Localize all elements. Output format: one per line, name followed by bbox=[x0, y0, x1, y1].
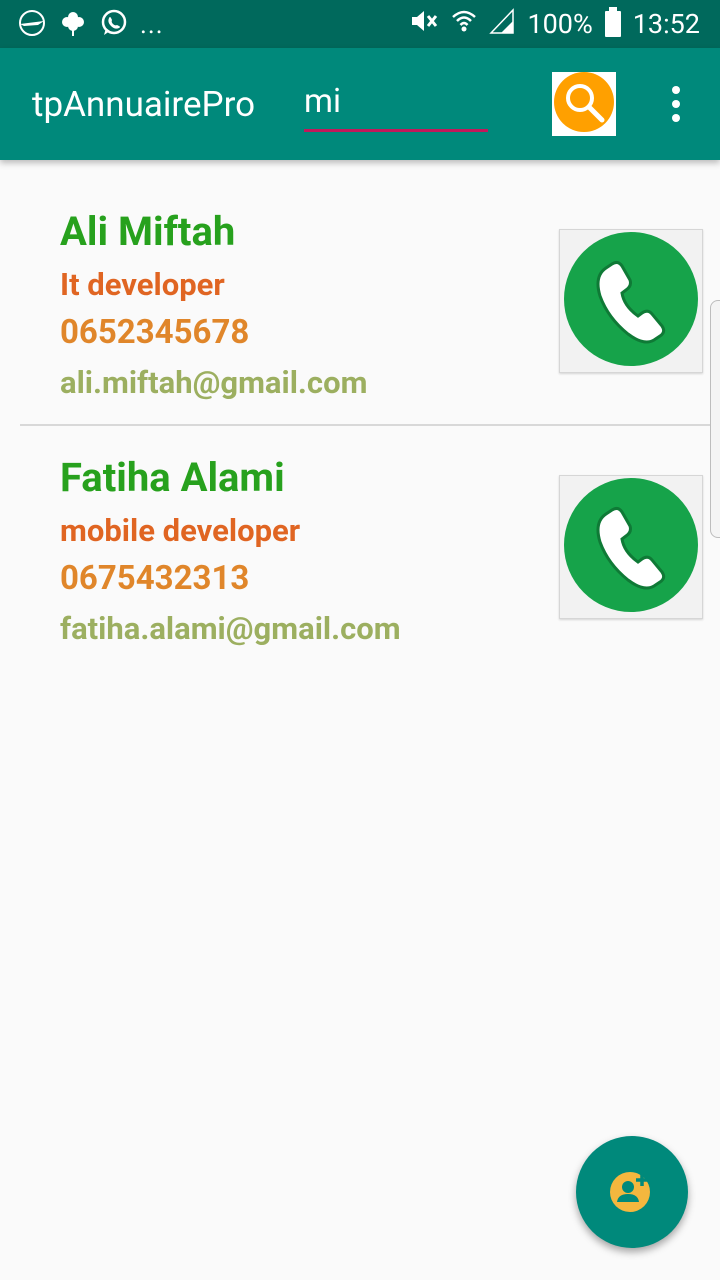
status-bar-right: 100% 13:52 bbox=[409, 6, 700, 42]
more-vert-icon bbox=[658, 86, 694, 128]
contact-job: mobile developer bbox=[60, 512, 301, 549]
status-bar-left: ... bbox=[18, 9, 164, 41]
call-button[interactable] bbox=[559, 229, 703, 373]
status-bar: ... 100% 13:52 bbox=[0, 0, 720, 48]
contact-email: ali.miftah@gmail.com bbox=[60, 364, 368, 401]
contact-job: It developer bbox=[60, 266, 225, 303]
contact-name: Ali Miftah bbox=[60, 208, 236, 255]
search-input-value: mi bbox=[304, 82, 341, 121]
contact-list-item[interactable]: Fatiha Alami mobile developer 0675432313… bbox=[20, 428, 720, 674]
wifi-icon bbox=[451, 7, 477, 42]
phone-call-icon bbox=[562, 230, 700, 372]
add-contact-button[interactable] bbox=[576, 1136, 688, 1248]
whatsapp-icon bbox=[100, 9, 128, 41]
contact-email: fatiha.alami@gmail.com bbox=[60, 610, 401, 647]
search-icon bbox=[552, 70, 616, 138]
mute-icon bbox=[409, 7, 439, 42]
app-title: tpAnnuairePro bbox=[32, 84, 256, 125]
app-notification-icon bbox=[18, 9, 46, 41]
list-divider bbox=[20, 424, 720, 426]
app-bar: tpAnnuairePro mi bbox=[0, 48, 720, 160]
contact-name: Fatiha Alami bbox=[60, 454, 285, 501]
flower-notification-icon bbox=[60, 9, 86, 41]
contact-list-item[interactable]: Ali Miftah It developer 0652345678 ali.m… bbox=[20, 160, 720, 424]
contact-phone: 0675432313 bbox=[60, 559, 250, 598]
scrollbar-thumb[interactable] bbox=[710, 300, 720, 538]
clock: 13:52 bbox=[632, 8, 700, 40]
overflow-menu-button[interactable] bbox=[658, 84, 694, 124]
add-person-icon bbox=[608, 1166, 656, 1218]
more-notifications: ... bbox=[140, 10, 164, 40]
search-input[interactable]: mi bbox=[304, 80, 488, 132]
battery-icon bbox=[604, 7, 621, 37]
search-button[interactable] bbox=[552, 72, 616, 136]
search-input-underline bbox=[304, 129, 488, 132]
phone-call-icon bbox=[562, 476, 700, 618]
contact-phone: 0652345678 bbox=[60, 313, 250, 352]
battery-percent: 100% bbox=[527, 8, 593, 40]
signal-icon bbox=[489, 7, 515, 42]
call-button[interactable] bbox=[559, 475, 703, 619]
